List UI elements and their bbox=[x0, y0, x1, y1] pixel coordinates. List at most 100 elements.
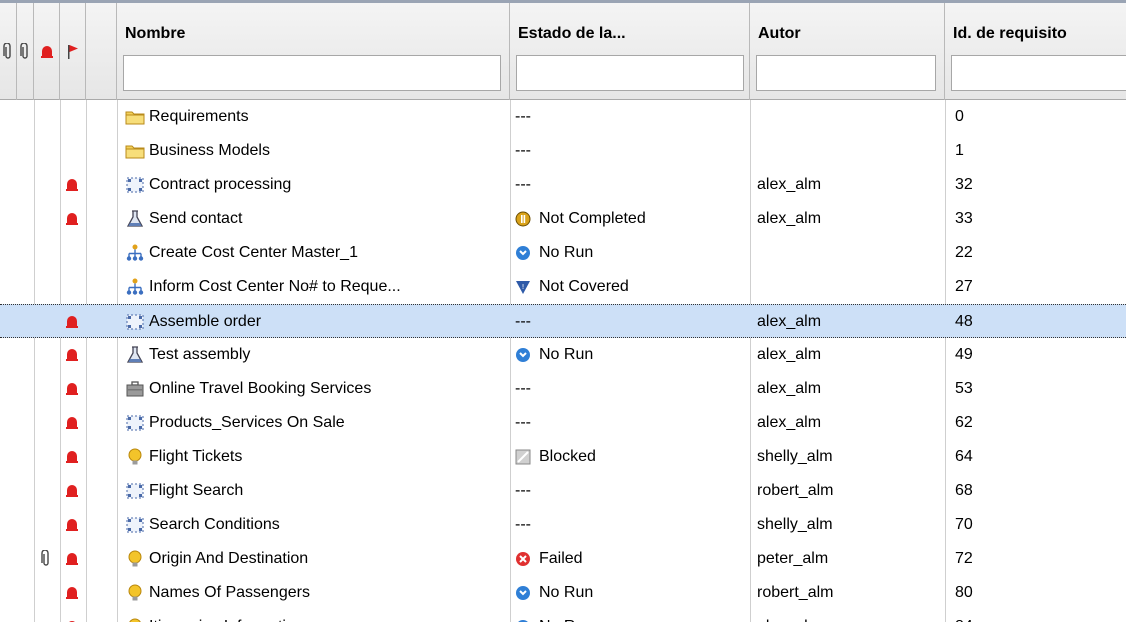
id-cell[interactable]: 80 bbox=[955, 576, 1125, 610]
table-row[interactable]: Create Cost Center Master_1 No Run 22 bbox=[0, 236, 1126, 270]
id-cell[interactable]: 48 bbox=[955, 305, 1125, 339]
name-cell[interactable]: Online Travel Booking Services bbox=[117, 372, 507, 406]
header-author[interactable]: Autor bbox=[750, 3, 945, 100]
author-cell[interactable]: robert_alm bbox=[757, 474, 937, 508]
bell-icon bbox=[66, 485, 78, 497]
name-cell[interactable]: Requirements bbox=[117, 100, 507, 134]
id-cell[interactable]: 32 bbox=[955, 168, 1125, 202]
status-cell[interactable]: No Run bbox=[515, 338, 745, 372]
status-cell[interactable]: ! Not Covered bbox=[515, 270, 745, 304]
author-cell[interactable]: alex_alm bbox=[757, 168, 937, 202]
name-cell[interactable]: Search Conditions bbox=[117, 508, 507, 542]
name-cell[interactable]: Names Of Passengers bbox=[117, 576, 507, 610]
author-cell[interactable]: alex_alm bbox=[757, 406, 937, 440]
alert-cell bbox=[58, 508, 86, 542]
id-cell[interactable]: 22 bbox=[955, 236, 1125, 270]
table-row[interactable]: Online Travel Booking Services --- alex_al… bbox=[0, 372, 1126, 406]
name-cell[interactable]: Assemble order bbox=[117, 305, 507, 339]
author-cell[interactable]: robert_alm bbox=[757, 576, 937, 610]
status-cell[interactable]: Not Completed bbox=[515, 202, 745, 236]
id-cell[interactable]: 62 bbox=[955, 406, 1125, 440]
id-cell[interactable]: 72 bbox=[955, 542, 1125, 576]
author-cell[interactable]: shelly_alm bbox=[757, 440, 937, 474]
author-cell[interactable]: alex_alm bbox=[757, 338, 937, 372]
name-cell[interactable]: Business Models bbox=[117, 134, 507, 168]
table-row[interactable]: Contract processing --- alex_alm 32 bbox=[0, 168, 1126, 202]
name-cell[interactable]: Flight Tickets bbox=[117, 440, 507, 474]
attachment-2-column-header[interactable] bbox=[17, 3, 34, 100]
author-cell[interactable] bbox=[757, 100, 937, 134]
status-cell[interactable]: No Run bbox=[515, 236, 745, 270]
status-cell[interactable]: --- bbox=[515, 508, 745, 542]
name-cell[interactable]: Test assembly bbox=[117, 338, 507, 372]
author-cell[interactable] bbox=[757, 236, 937, 270]
author-cell[interactable]: alex_alm bbox=[757, 202, 937, 236]
alert-column-header[interactable] bbox=[34, 3, 60, 100]
table-row[interactable]: Itineraries Information No Run alex_alm 84 bbox=[0, 610, 1126, 622]
name-cell[interactable]: Origin And Destination bbox=[117, 542, 507, 576]
bell-icon bbox=[66, 349, 78, 361]
author-cell[interactable] bbox=[757, 270, 937, 304]
status-cell[interactable]: --- bbox=[515, 474, 745, 508]
id-cell[interactable]: 84 bbox=[955, 610, 1125, 622]
status-cell[interactable]: No Run bbox=[515, 610, 745, 622]
status-cell[interactable]: --- bbox=[515, 406, 745, 440]
status-cell[interactable]: Failed bbox=[515, 542, 745, 576]
table-row[interactable]: Flight Search --- robert_alm 68 bbox=[0, 474, 1126, 508]
filter-input-status[interactable] bbox=[516, 55, 744, 91]
header-status[interactable]: Estado de la... bbox=[510, 3, 750, 100]
author-cell[interactable]: peter_alm bbox=[757, 542, 937, 576]
author-cell[interactable] bbox=[757, 134, 937, 168]
header-id[interactable]: Id. de requisito bbox=[945, 3, 1126, 100]
flag-column-header[interactable] bbox=[60, 3, 86, 100]
table-row[interactable]: Names Of Passengers No Run robert_alm 80 bbox=[0, 576, 1126, 610]
name-cell[interactable]: Itineraries Information bbox=[117, 610, 507, 622]
requirements-grid[interactable]: Nombre Estado de la... Autor Id. de requ… bbox=[0, 0, 1126, 622]
id-cell[interactable]: 0 bbox=[955, 100, 1125, 134]
table-row[interactable]: Flight Tickets Blocked shelly_alm 64 bbox=[0, 440, 1126, 474]
status-cell[interactable]: Blocked bbox=[515, 440, 745, 474]
name-cell[interactable]: Flight Search bbox=[117, 474, 507, 508]
table-row[interactable]: Inform Cost Center No# to Reque...! Not C… bbox=[0, 270, 1126, 304]
status-cell[interactable]: --- bbox=[515, 168, 745, 202]
table-row[interactable]: Business Models --- 1 bbox=[0, 134, 1126, 168]
id-cell[interactable]: 64 bbox=[955, 440, 1125, 474]
author-cell[interactable]: alex_alm bbox=[757, 305, 937, 339]
name-cell[interactable]: Inform Cost Center No# to Reque... bbox=[117, 270, 507, 304]
table-row[interactable]: Requirements --- 0 bbox=[0, 100, 1126, 134]
status-text: No Run bbox=[539, 618, 593, 622]
svg-text:!: ! bbox=[522, 283, 525, 291]
name-cell[interactable]: Create Cost Center Master_1 bbox=[117, 236, 507, 270]
table-row[interactable]: Assemble order --- alex_alm 48 bbox=[0, 304, 1126, 338]
author-cell[interactable]: alex_alm bbox=[757, 610, 937, 622]
filter-input-id[interactable] bbox=[951, 55, 1126, 91]
status-cell[interactable]: No Run bbox=[515, 576, 745, 610]
column-title-author: Autor bbox=[758, 25, 801, 42]
id-cell[interactable]: 53 bbox=[955, 372, 1125, 406]
id-cell[interactable]: 1 bbox=[955, 134, 1125, 168]
table-row[interactable]: Send contact Not Completed alex_alm 33 bbox=[0, 202, 1126, 236]
id-cell[interactable]: 27 bbox=[955, 270, 1125, 304]
id-cell[interactable]: 70 bbox=[955, 508, 1125, 542]
name-cell[interactable]: Products_Services On Sale bbox=[117, 406, 507, 440]
id-cell[interactable]: 49 bbox=[955, 338, 1125, 372]
status-cell[interactable]: --- bbox=[515, 134, 745, 168]
id-cell[interactable]: 33 bbox=[955, 202, 1125, 236]
status-cell[interactable]: --- bbox=[515, 305, 745, 339]
table-row[interactable]: Products_Services On Sale --- alex_alm 62 bbox=[0, 406, 1126, 440]
filter-input-name[interactable] bbox=[123, 55, 501, 91]
header-name[interactable]: Nombre bbox=[117, 3, 510, 100]
status-cell[interactable]: --- bbox=[515, 372, 745, 406]
bell-icon bbox=[66, 519, 78, 531]
name-cell[interactable]: Send contact bbox=[117, 202, 507, 236]
table-row[interactable]: Test assembly No Run alex_alm 49 bbox=[0, 338, 1126, 372]
author-cell[interactable]: alex_alm bbox=[757, 372, 937, 406]
attachment-column-header[interactable] bbox=[0, 3, 17, 100]
id-cell[interactable]: 68 bbox=[955, 474, 1125, 508]
status-cell[interactable]: --- bbox=[515, 100, 745, 134]
name-cell[interactable]: Contract processing bbox=[117, 168, 507, 202]
table-row[interactable]: Search Conditions --- shelly_alm 70 bbox=[0, 508, 1126, 542]
author-cell[interactable]: shelly_alm bbox=[757, 508, 937, 542]
filter-input-author[interactable] bbox=[756, 55, 936, 91]
table-row[interactable]: Origin And Destination Failed peter_alm 72 bbox=[0, 542, 1126, 576]
